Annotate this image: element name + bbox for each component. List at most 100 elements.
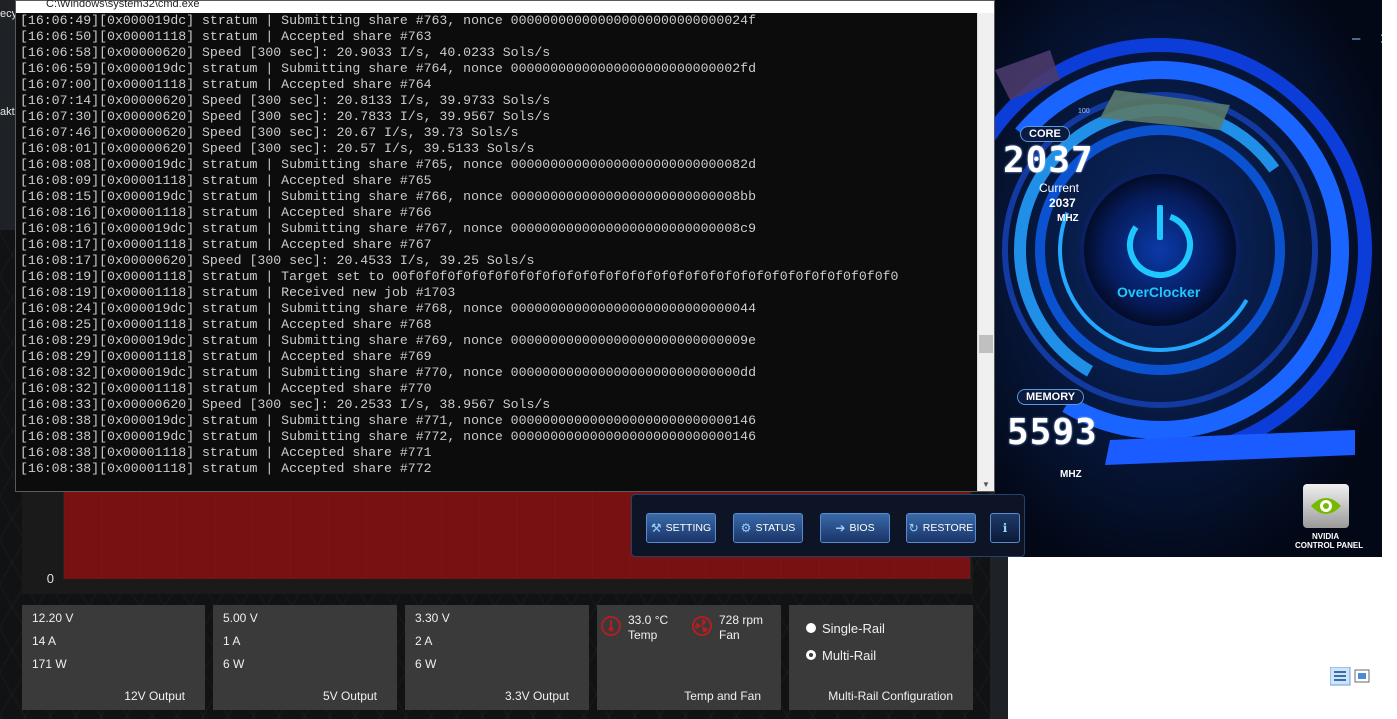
- panel-title: Temp and Fan: [684, 689, 761, 703]
- right-edge-window: [1382, 0, 1397, 719]
- console-line: [16:08:15][0x000019dc] stratum | Submitt…: [20, 189, 756, 204]
- console-line: [16:07:14][0x00000620] Speed [300 sec]: …: [20, 93, 551, 108]
- setting-button[interactable]: ⚒ SETTING: [646, 513, 716, 543]
- console-line: [16:08:17][0x00001118] stratum | Accepte…: [20, 237, 432, 252]
- status-button[interactable]: ⚙ STATUS: [733, 513, 803, 543]
- console-line: [16:08:25][0x00001118] stratum | Accepte…: [20, 317, 432, 332]
- console-line: [16:06:58][0x00000620] Speed [300 sec]: …: [20, 45, 551, 60]
- console-line: [16:06:59][0x000019dc] stratum | Submitt…: [20, 61, 756, 76]
- console-line: [16:08:01][0x00000620] Speed [300 sec]: …: [20, 141, 535, 156]
- console-line: [16:07:46][0x00000620] Speed [300 sec]: …: [20, 125, 519, 140]
- restore-icon: ↻: [908, 521, 919, 535]
- console-title-bar[interactable]: C:\Windows\system32\cmd.exe: [16, 0, 994, 13]
- console-output[interactable]: [16:06:49][0x000019dc] stratum | Submitt…: [20, 13, 975, 487]
- gauge-tick-label: 100: [1078, 108, 1090, 115]
- bios-label: BIOS: [849, 522, 875, 534]
- multi-rail-radio[interactable]: [806, 650, 816, 660]
- current-value: 2037: [1049, 196, 1076, 210]
- console-line: [16:08:29][0x000019dc] stratum | Submitt…: [20, 333, 756, 348]
- console-line: [16:08:38][0x00001118] stratum | Accepte…: [20, 445, 432, 460]
- console-line: [16:08:38][0x000019dc] stratum | Submitt…: [20, 429, 756, 444]
- arrow-right-icon: ➔: [835, 521, 846, 535]
- restore-label: RESTORE: [922, 522, 974, 534]
- panel-title: 12V Output: [124, 689, 185, 703]
- setting-label: SETTING: [665, 522, 712, 534]
- fan-label: Fan: [719, 628, 740, 642]
- y-tick-label: 0: [47, 571, 54, 586]
- overclocker-toolbar: ⚒ SETTING ⚙ STATUS ➔ BIOS ↻ RESTORE ℹ: [631, 494, 1025, 557]
- console-line: [16:08:24][0x000019dc] stratum | Submitt…: [20, 301, 756, 316]
- nvidia-eye-icon: [1311, 498, 1341, 514]
- console-line: [16:07:30][0x00000620] Speed [300 sec]: …: [20, 109, 551, 124]
- current-value: 1 A: [223, 634, 241, 648]
- wattage-value: 6 W: [223, 657, 245, 671]
- wattage-value: 171 W: [32, 657, 67, 671]
- current-value: 2 A: [415, 634, 433, 648]
- panel-12v-output: 12.20 V 14 A 171 W 12V Output: [22, 605, 205, 710]
- console-line: [16:07:00][0x00001118] stratum | Accepte…: [20, 77, 432, 92]
- panel-5v-output: 5.00 V 1 A 6 W 5V Output: [213, 605, 397, 710]
- overclocker-window: – ✕ CORE 2037 Current 2037 MHZ 100 OverC…: [995, 0, 1397, 557]
- view-toggle-icons[interactable]: [1330, 667, 1378, 687]
- current-label: Current: [1039, 181, 1080, 195]
- panel-title: 5V Output: [322, 689, 377, 703]
- memory-unit: MHZ: [1060, 469, 1082, 480]
- voltage-value: 5.00 V: [223, 611, 258, 625]
- console-line: [16:08:19][0x00001118] stratum | Target …: [20, 269, 899, 284]
- console-scrollbar[interactable]: ▼: [977, 13, 994, 491]
- info-button[interactable]: ℹ: [990, 513, 1020, 543]
- console-line: [16:08:32][0x000019dc] stratum | Submitt…: [20, 365, 756, 380]
- voltage-value: 3.30 V: [415, 611, 450, 625]
- console-line: [16:06:49][0x000019dc] stratum | Submitt…: [20, 13, 756, 28]
- console-line: [16:08:09][0x00001118] stratum | Accepte…: [20, 173, 432, 188]
- core-clock-display: 2037: [1003, 140, 1094, 181]
- console-line: [16:08:16][0x000019dc] stratum | Submitt…: [20, 221, 756, 236]
- core-unit: MHZ: [1057, 213, 1079, 224]
- overclocker-dial: [995, 0, 1397, 557]
- panel-temp-fan: 33.0 °C Temp 728 rpm Fan Temp and Fan: [597, 605, 781, 710]
- console-window[interactable]: C:\Windows\system32\cmd.exe [16:06:49][0…: [15, 0, 995, 492]
- overclocker-brand[interactable]: OverClocker: [1117, 284, 1200, 300]
- console-line: [16:08:17][0x00000620] Speed [300 sec]: …: [20, 253, 535, 268]
- status-label: STATUS: [755, 522, 796, 534]
- gear-icon: ⚙: [740, 521, 752, 535]
- minimize-button[interactable]: –: [1352, 30, 1360, 47]
- memory-clock-display: 5593: [1007, 412, 1098, 453]
- fan-icon: [692, 616, 712, 636]
- console-line: [16:08:38][0x000019dc] stratum | Submitt…: [20, 413, 756, 428]
- memory-label: MEMORY: [1017, 389, 1085, 405]
- fan-value: 728 rpm: [719, 613, 764, 627]
- temp-value: 33.0 °C: [628, 613, 669, 627]
- wattage-value: 6 W: [415, 657, 437, 671]
- console-line: [16:08:08][0x000019dc] stratum | Submitt…: [20, 157, 756, 172]
- console-line: [16:08:33][0x00000620] Speed [300 sec]: …: [20, 397, 551, 412]
- console-line: [16:06:50][0x00001118] stratum | Accepte…: [20, 29, 432, 44]
- single-rail-label[interactable]: Single-Rail: [822, 621, 885, 636]
- current-value: 14 A: [32, 634, 57, 648]
- console-line: [16:08:19][0x00001118] stratum | Receive…: [20, 285, 456, 300]
- nvidia-label-line2: CONTROL PANEL: [1295, 541, 1364, 550]
- info-icon: ℹ: [1002, 521, 1008, 535]
- restore-button[interactable]: ↻ RESTORE: [906, 513, 976, 543]
- scroll-down-icon[interactable]: ▼: [982, 480, 990, 489]
- single-rail-radio[interactable]: [806, 623, 816, 633]
- console-title: C:\Windows\system32\cmd.exe: [46, 0, 200, 10]
- scroll-thumb[interactable]: [979, 335, 993, 353]
- nvidia-label-line1: NVIDIA: [1312, 532, 1340, 541]
- temp-label: Temp: [628, 628, 658, 642]
- console-line: [16:08:29][0x00001118] stratum | Accepte…: [20, 349, 432, 364]
- nvidia-logo-button[interactable]: [1303, 484, 1349, 528]
- console-line: [16:08:16][0x00001118] stratum | Accepte…: [20, 205, 432, 220]
- wrench-icon: ⚒: [650, 521, 662, 535]
- multi-rail-label[interactable]: Multi-Rail: [822, 648, 876, 663]
- panel-rail-config: Single-Rail Multi-Rail Multi-Rail Config…: [789, 605, 973, 710]
- background-window: [1008, 557, 1397, 719]
- voltage-value: 12.20 V: [32, 611, 74, 625]
- thermometer-icon: [601, 616, 621, 636]
- panel-title: 3.3V Output: [504, 689, 569, 703]
- panel-title: Multi-Rail Configuration: [828, 689, 953, 703]
- bios-button[interactable]: ➔ BIOS: [820, 513, 890, 543]
- panel-3v3-output: 3.30 V 2 A 6 W 3.3V Output: [405, 605, 589, 710]
- console-line: [16:08:32][0x00001118] stratum | Accepte…: [20, 381, 432, 396]
- console-line: [16:08:38][0x00001118] stratum | Accepte…: [20, 461, 432, 476]
